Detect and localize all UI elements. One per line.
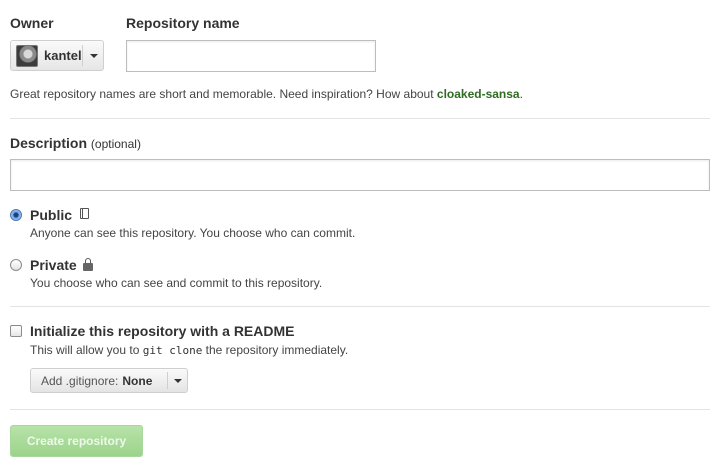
gitignore-select[interactable]: Add .gitignore: None bbox=[30, 368, 188, 393]
gitignore-value: None bbox=[122, 373, 153, 388]
private-description: You choose who can see and commit to thi… bbox=[30, 276, 323, 290]
gitignore-label: Add .gitignore: bbox=[41, 373, 119, 388]
description-input[interactable] bbox=[10, 159, 710, 191]
hint-suffix: . bbox=[519, 87, 523, 101]
divider bbox=[10, 409, 710, 410]
readme-desc-after: the repository immediately. bbox=[202, 343, 349, 357]
owner-select[interactable]: kantel bbox=[10, 40, 104, 71]
chevron-down-icon bbox=[174, 379, 182, 383]
create-repository-button[interactable]: Create repository bbox=[10, 425, 143, 457]
owner-name: kantel bbox=[44, 48, 82, 63]
repository-name-label: Repository name bbox=[126, 15, 240, 31]
private-title: Private bbox=[30, 257, 77, 273]
readme-title: Initialize this repository with a README bbox=[30, 323, 295, 339]
owner-label: Owner bbox=[10, 15, 54, 31]
readme-description: This will allow you to git clone the rep… bbox=[30, 343, 348, 357]
private-radio[interactable] bbox=[10, 259, 22, 271]
lock-icon bbox=[83, 258, 93, 271]
chevron-down-icon bbox=[90, 54, 98, 58]
name-suggestion-link[interactable]: cloaked-sansa bbox=[437, 87, 520, 101]
readme-desc-before: This will allow you to bbox=[30, 343, 143, 357]
book-icon bbox=[80, 208, 89, 219]
description-optional: (optional) bbox=[90, 137, 141, 151]
readme-checkbox[interactable] bbox=[10, 325, 22, 337]
avatar bbox=[16, 44, 38, 67]
gitignore-select-divider bbox=[167, 372, 168, 389]
hint-text: Great repository names are short and mem… bbox=[10, 87, 437, 101]
divider bbox=[10, 306, 710, 307]
owner-select-divider bbox=[82, 45, 83, 66]
repository-name-input[interactable] bbox=[126, 40, 376, 72]
divider bbox=[10, 118, 710, 119]
description-label: Description (optional) bbox=[10, 135, 141, 151]
repository-name-hint: Great repository names are short and mem… bbox=[10, 87, 523, 101]
public-title: Public bbox=[30, 207, 73, 223]
description-label-text: Description bbox=[10, 135, 88, 151]
readme-desc-code: git clone bbox=[142, 344, 203, 357]
public-radio[interactable] bbox=[10, 209, 22, 221]
public-description: Anyone can see this repository. You choo… bbox=[30, 226, 356, 240]
